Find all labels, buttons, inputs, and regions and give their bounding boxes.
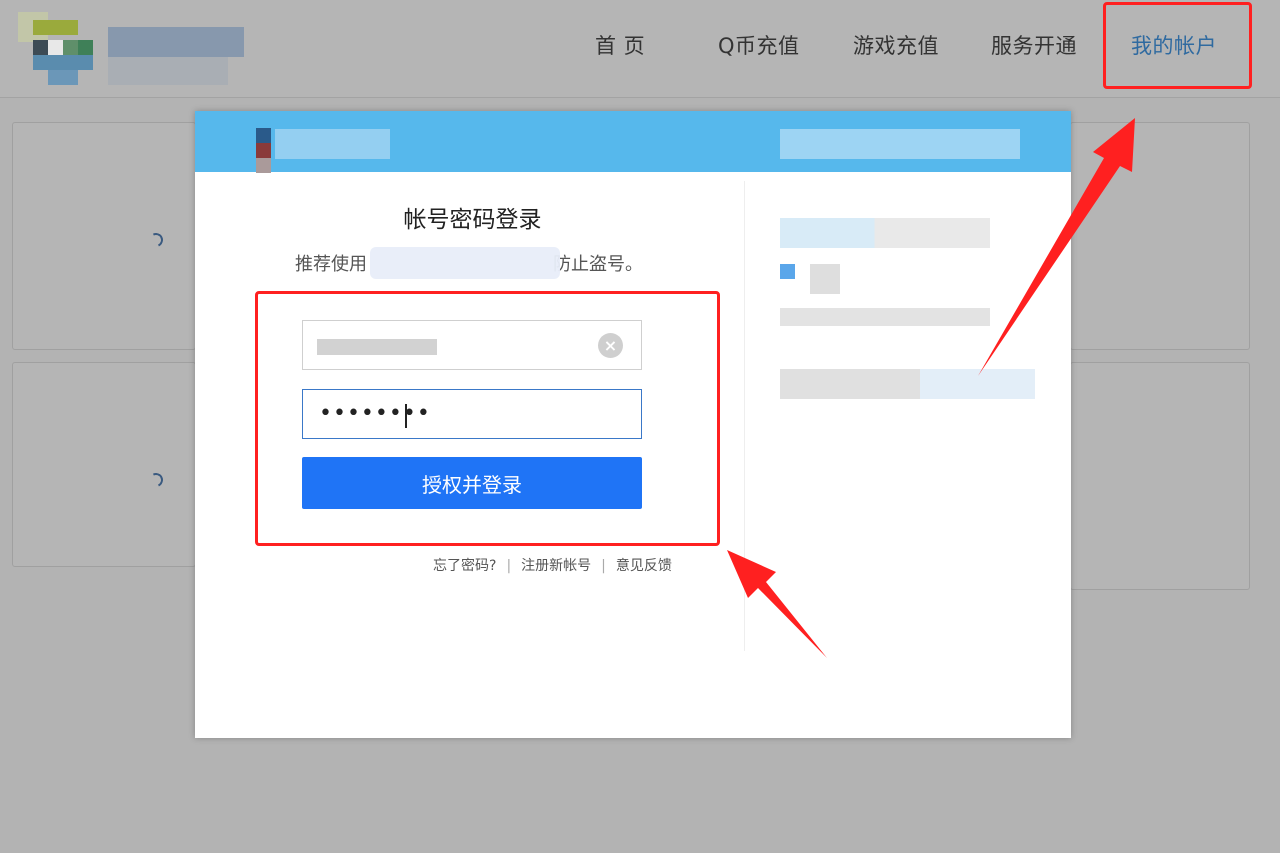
link-separator: | [601, 558, 606, 574]
forgot-password-link[interactable]: 忘了密码? [433, 558, 496, 574]
dialog-footer-links: 忘了密码? | 注册新帐号 | 意见反馈 [433, 555, 672, 575]
link-separator: | [506, 558, 512, 574]
header-logo-icon [256, 128, 271, 143]
loading-spinner-icon [147, 231, 165, 249]
redacted-header-text [780, 129, 1020, 159]
subtitle-suffix: 防止盗号。 [553, 254, 643, 275]
loading-spinner-icon [147, 471, 165, 489]
background-card [1070, 122, 1250, 350]
dialog-divider [744, 181, 745, 651]
subtitle-prefix: 推荐使用 [295, 254, 367, 275]
redacted-info-text [810, 264, 840, 294]
background-card [1070, 362, 1250, 590]
background-card [12, 122, 196, 350]
redacted-info-text [780, 369, 1035, 399]
annotation-box-my-account [1103, 2, 1252, 89]
register-account-link[interactable]: 注册新帐号 [521, 558, 591, 574]
feedback-link[interactable]: 意见反馈 [616, 558, 672, 574]
nav-item-home[interactable]: 首 页 [595, 0, 645, 97]
redacted-info-icon [780, 264, 795, 279]
background-card [12, 362, 196, 567]
nav-item-game-recharge[interactable]: 游戏充值 [853, 0, 939, 97]
top-navigation-bar: 首 页 Q币充值 游戏充值 服务开通 我的帐户 [0, 0, 1280, 98]
dialog-header [195, 111, 1071, 173]
redacted-subtitle-text [370, 247, 560, 279]
annotation-box-login-form [255, 291, 720, 546]
site-logo[interactable] [18, 12, 244, 90]
header-logo-icon [256, 158, 271, 173]
header-logo-icon [256, 143, 271, 158]
nav-item-qcoin-recharge[interactable]: Q币充值 [718, 0, 800, 97]
nav-item-service-activation[interactable]: 服务开通 [991, 0, 1077, 97]
login-title: 帐号密码登录 [403, 207, 542, 233]
redacted-info-text [780, 218, 990, 248]
redacted-header-text [275, 129, 390, 159]
redacted-info-text [780, 308, 990, 326]
